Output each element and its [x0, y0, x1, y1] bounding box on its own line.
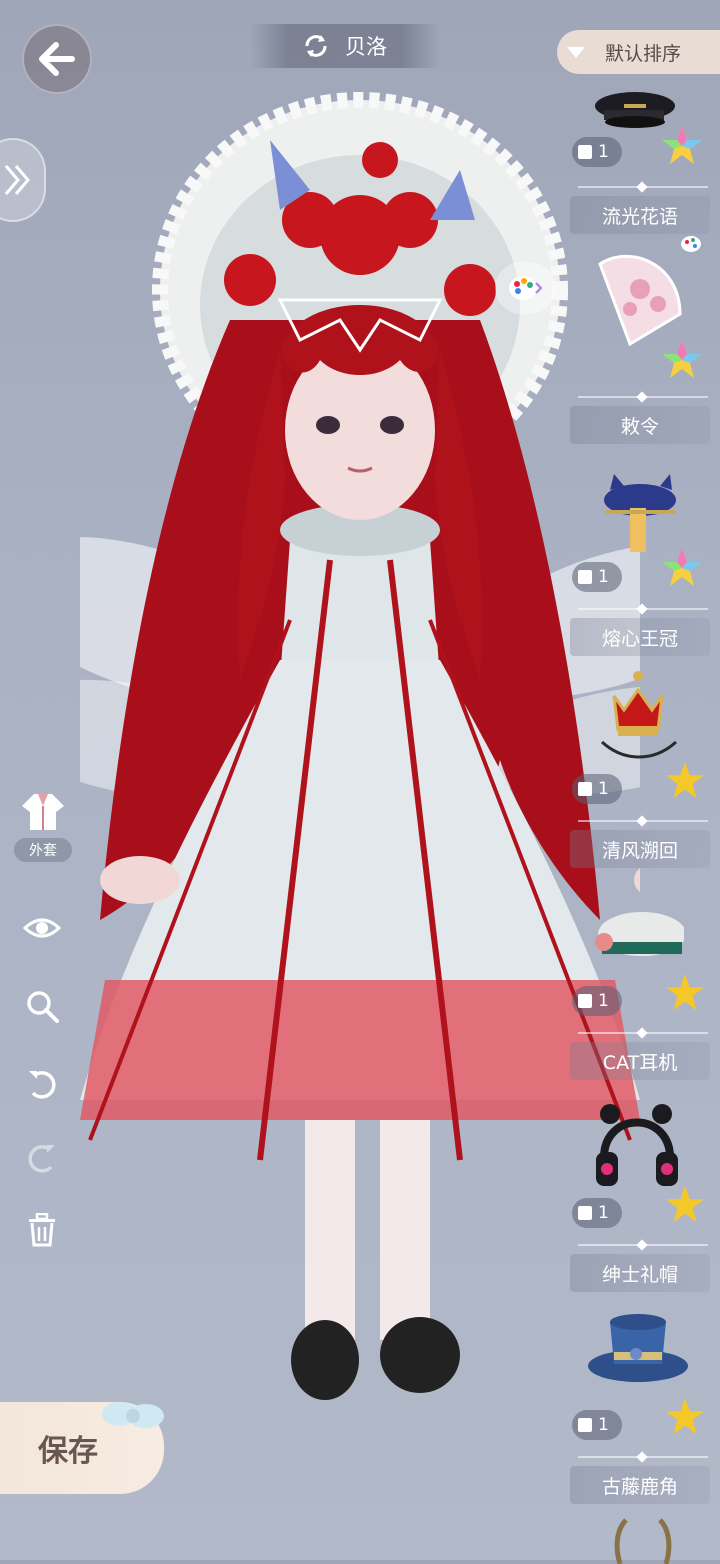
count-badge: 1 — [572, 137, 622, 167]
palette-icon — [509, 276, 542, 300]
list-item[interactable]: 流光花语 — [570, 196, 720, 386]
item-list: 1 流光花语 敕令 1 熔心王冠 1 清风溯回 1 CAT耳机 1 绅士礼帽 1… — [570, 0, 720, 1564]
item-name: 绅士礼帽 — [570, 1254, 710, 1292]
redo-button[interactable] — [20, 1136, 64, 1180]
item-name: 敕令 — [570, 406, 710, 444]
jacket-icon — [22, 794, 64, 830]
item-name: 古藤鹿角 — [570, 1466, 710, 1504]
list-item[interactable]: 绅士礼帽 1 — [570, 1254, 720, 1454]
top-hat-icon — [588, 1314, 688, 1382]
save-label: 保存 — [38, 1434, 98, 1469]
gold-star-icon — [665, 1397, 705, 1435]
multicolor-star-icon — [662, 126, 702, 164]
count-badge: 1 — [572, 774, 622, 804]
lock-icon — [578, 1418, 592, 1432]
multicolor-star-icon — [662, 548, 702, 586]
shoe-right — [380, 1317, 460, 1393]
gold-star-icon — [665, 973, 705, 1011]
green-beret-icon — [595, 912, 684, 956]
lock-icon — [578, 570, 592, 584]
count-badge: 1 — [572, 562, 622, 592]
count-badge: 1 — [572, 986, 622, 1016]
count-badge: 1 — [572, 1410, 622, 1440]
arrow-left-icon — [39, 42, 75, 76]
undo-icon — [29, 1071, 56, 1099]
bow-ornament-icon — [102, 1402, 164, 1428]
character-switch[interactable]: 贝洛 — [250, 24, 440, 68]
item-name: CAT耳机 — [570, 1042, 710, 1080]
back-button[interactable] — [22, 24, 92, 94]
list-item[interactable]: 1 — [570, 80, 720, 180]
list-item[interactable]: CAT耳机 1 — [570, 1042, 720, 1242]
lock-icon — [578, 994, 592, 1008]
antlers-icon — [614, 1518, 672, 1564]
item-name: 熔心王冠 — [570, 618, 710, 656]
zoom-button[interactable] — [20, 984, 64, 1028]
leg-left — [305, 1120, 355, 1340]
outerwear-label: 外套 — [14, 838, 72, 862]
item-name: 流光花语 — [570, 196, 710, 234]
eye-icon — [23, 918, 61, 938]
dress-hem — [80, 980, 640, 1120]
lock-icon — [578, 1206, 592, 1220]
lock-icon — [578, 782, 592, 796]
expand-panel-button[interactable] — [0, 138, 46, 222]
delete-button[interactable] — [20, 1208, 64, 1252]
list-item[interactable]: 古藤鹿角 — [570, 1466, 720, 1564]
gold-star-icon — [665, 1185, 705, 1223]
list-item[interactable]: 清风溯回 1 — [570, 830, 720, 1030]
captain-hat-icon — [595, 92, 675, 128]
color-palette-button[interactable] — [495, 262, 555, 314]
double-chevron-right-icon — [4, 165, 30, 195]
character-name: 贝洛 — [345, 35, 387, 59]
multicolor-star-icon — [662, 340, 702, 378]
save-button[interactable]: 保存 — [0, 1402, 164, 1494]
count-badge: 1 — [572, 1198, 622, 1228]
dress-top — [280, 540, 440, 680]
trash-icon — [29, 1213, 55, 1247]
item-name: 清风溯回 — [570, 830, 710, 868]
undo-button[interactable] — [20, 1062, 64, 1106]
gold-star-icon — [665, 761, 705, 799]
magnifier-icon — [27, 991, 59, 1023]
list-item[interactable]: 敕令 1 — [570, 406, 720, 606]
redo-icon — [28, 1145, 55, 1173]
character-model[interactable] — [80, 60, 640, 1420]
list-item[interactable]: 熔心王冠 1 — [570, 618, 720, 818]
lock-icon — [578, 145, 592, 159]
leg-right — [380, 1120, 430, 1340]
visibility-toggle[interactable] — [20, 906, 64, 950]
refresh-icon — [305, 35, 327, 57]
shoe-left — [291, 1320, 359, 1400]
outerwear-toggle[interactable] — [18, 788, 68, 834]
